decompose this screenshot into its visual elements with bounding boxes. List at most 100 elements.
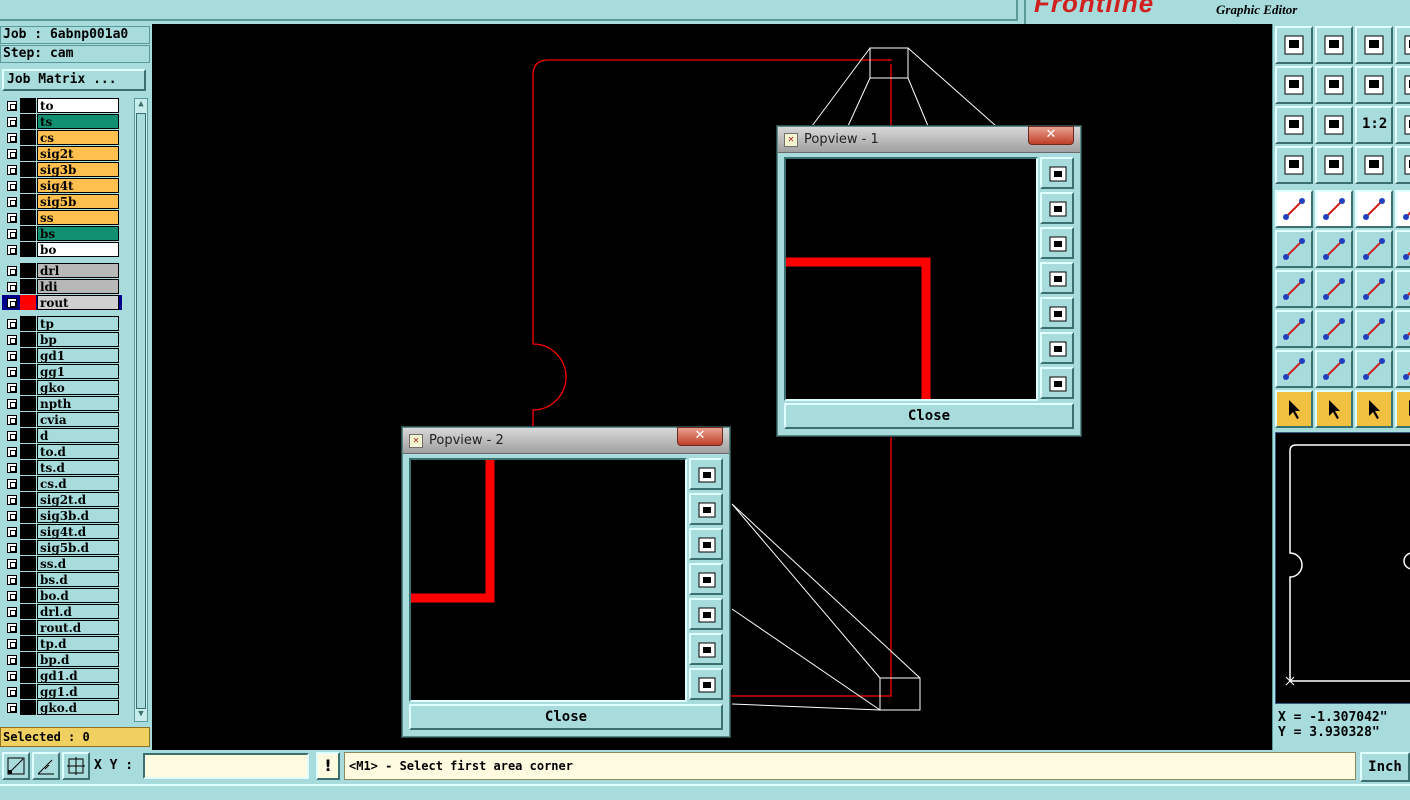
- layer-color-swatch[interactable]: [20, 146, 36, 161]
- zoom-fit-button[interactable]: [689, 458, 723, 490]
- pointer-more-tool[interactable]: [1395, 390, 1410, 428]
- layer-checkbox[interactable]: [7, 245, 17, 255]
- layer-color-swatch[interactable]: [20, 210, 36, 225]
- layer-checkbox[interactable]: [7, 133, 17, 143]
- layer-checkbox[interactable]: [7, 463, 17, 473]
- layer-checkbox[interactable]: [7, 319, 17, 329]
- popview-2-view[interactable]: [409, 458, 687, 702]
- layer-color-swatch[interactable]: [20, 279, 36, 294]
- connect-tool[interactable]: [1275, 230, 1313, 268]
- layer-row-cs-d[interactable]: cs.d: [2, 476, 122, 491]
- layer-name[interactable]: rout.d: [37, 620, 119, 635]
- layer-color-swatch[interactable]: [20, 263, 36, 278]
- arrow-triangle-tool[interactable]: [1315, 350, 1353, 388]
- layer-name[interactable]: sig3b.d: [37, 508, 119, 523]
- layer-color-swatch[interactable]: [20, 348, 36, 363]
- pan-down-button[interactable]: [689, 528, 723, 560]
- snap-layer-tool[interactable]: [1355, 146, 1393, 184]
- layer-row-bp-d[interactable]: bp.d: [2, 652, 122, 667]
- layer-row-sig3b-d[interactable]: sig3b.d: [2, 508, 122, 523]
- layer-name[interactable]: sig2t: [37, 146, 119, 161]
- layer-row-ldi[interactable]: ldi: [2, 279, 122, 294]
- layer-row-gd1-d[interactable]: gd1.d: [2, 668, 122, 683]
- zoom-in-button[interactable]: [689, 633, 723, 665]
- layer-row-ts-d[interactable]: ts.d: [2, 460, 122, 475]
- layer-name[interactable]: ss.d: [37, 556, 119, 571]
- layer-name[interactable]: sig4t.d: [37, 524, 119, 539]
- layer-row-bo[interactable]: bo: [2, 242, 122, 257]
- layer-checkbox[interactable]: [7, 282, 17, 292]
- layer-color-swatch[interactable]: [20, 226, 36, 241]
- layer-row-bs-d[interactable]: bs.d: [2, 572, 122, 587]
- frame-tool[interactable]: [1395, 190, 1410, 228]
- layer-checkbox[interactable]: [7, 511, 17, 521]
- layer-row-npth[interactable]: npth: [2, 396, 122, 411]
- layer-checkbox[interactable]: [7, 639, 17, 649]
- layer-color-swatch[interactable]: [20, 295, 36, 310]
- pan-left-tool[interactable]: [1275, 66, 1313, 104]
- layer-name[interactable]: to.d: [37, 444, 119, 459]
- layer-name[interactable]: cvia: [37, 412, 119, 427]
- layer-row-ts[interactable]: ts: [2, 114, 122, 129]
- grid-mode-button[interactable]: [62, 752, 90, 780]
- window-close-icon[interactable]: ✕: [677, 427, 723, 446]
- pan-left-button[interactable]: [1040, 262, 1074, 294]
- layer-name[interactable]: rout: [37, 295, 119, 310]
- pan-down-button[interactable]: [1040, 227, 1074, 259]
- net-tool[interactable]: [1395, 146, 1410, 184]
- layer-color-swatch[interactable]: [20, 540, 36, 555]
- layer-name[interactable]: ss: [37, 210, 119, 225]
- home-view-tool[interactable]: [1275, 26, 1313, 64]
- layer-row-to[interactable]: to: [2, 98, 122, 113]
- zoom-out-button[interactable]: [1040, 367, 1074, 399]
- xy-input[interactable]: [143, 753, 309, 779]
- layer-name[interactable]: cs: [37, 130, 119, 145]
- layer-name[interactable]: d: [37, 428, 119, 443]
- layer-row-sig4t[interactable]: sig4t: [2, 178, 122, 193]
- layer-row-sig2t[interactable]: sig2t: [2, 146, 122, 161]
- layer-checkbox[interactable]: [7, 367, 17, 377]
- measure-mode-button[interactable]: [32, 752, 60, 780]
- layer-row-bp[interactable]: bp: [2, 332, 122, 347]
- pan-left-button[interactable]: [689, 563, 723, 595]
- layer-name[interactable]: gko.d: [37, 700, 119, 715]
- layer-color-swatch[interactable]: [20, 636, 36, 651]
- line-arrow-tool[interactable]: [1315, 270, 1353, 308]
- layer-row-tp[interactable]: tp: [2, 316, 122, 331]
- layer-name[interactable]: bo: [37, 242, 119, 257]
- layer-row-cs[interactable]: cs: [2, 130, 122, 145]
- pan-right-tool[interactable]: [1315, 66, 1353, 104]
- layer-color-swatch[interactable]: [20, 652, 36, 667]
- layer-name[interactable]: gd1: [37, 348, 119, 363]
- layer-row-sig5b[interactable]: sig5b: [2, 194, 122, 209]
- layer-checkbox[interactable]: [7, 591, 17, 601]
- layer-checkbox[interactable]: [7, 399, 17, 409]
- layer-checkbox[interactable]: [7, 197, 17, 207]
- layer-checkbox[interactable]: [7, 298, 17, 308]
- arrow-up-triangle-tool[interactable]: [1355, 350, 1393, 388]
- layer-name[interactable]: tp: [37, 316, 119, 331]
- layer-row-sig4t-d[interactable]: sig4t.d: [2, 524, 122, 539]
- layer-checkbox[interactable]: [7, 671, 17, 681]
- layer-row-gko[interactable]: gko: [2, 380, 122, 395]
- pan-up-button[interactable]: [1040, 192, 1074, 224]
- layer-checkbox[interactable]: [7, 447, 17, 457]
- layer-checkbox[interactable]: [7, 351, 17, 361]
- window-close-icon[interactable]: ✕: [1028, 126, 1074, 145]
- hline-tool[interactable]: [1395, 270, 1410, 308]
- layer-row-sig2t-d[interactable]: sig2t.d: [2, 492, 122, 507]
- layer-name[interactable]: sig5b.d: [37, 540, 119, 555]
- popview-1-close-button[interactable]: Close: [784, 403, 1074, 429]
- layer-name[interactable]: gg1.d: [37, 684, 119, 699]
- layer-name[interactable]: drl.d: [37, 604, 119, 619]
- popview-2-window[interactable]: ✕ Popview - 2 ✕ Close: [402, 427, 730, 737]
- layer-color-swatch[interactable]: [20, 130, 36, 145]
- layer-row-ss-d[interactable]: ss.d: [2, 556, 122, 571]
- layer-color-swatch[interactable]: [20, 700, 36, 715]
- layer-color-swatch[interactable]: [20, 364, 36, 379]
- layer-color-swatch[interactable]: [20, 412, 36, 427]
- extra-tool[interactable]: [1395, 350, 1410, 388]
- zoom-extra-tool[interactable]: [1395, 106, 1410, 144]
- layer-name[interactable]: bp.d: [37, 652, 119, 667]
- layer-color-swatch[interactable]: [20, 460, 36, 475]
